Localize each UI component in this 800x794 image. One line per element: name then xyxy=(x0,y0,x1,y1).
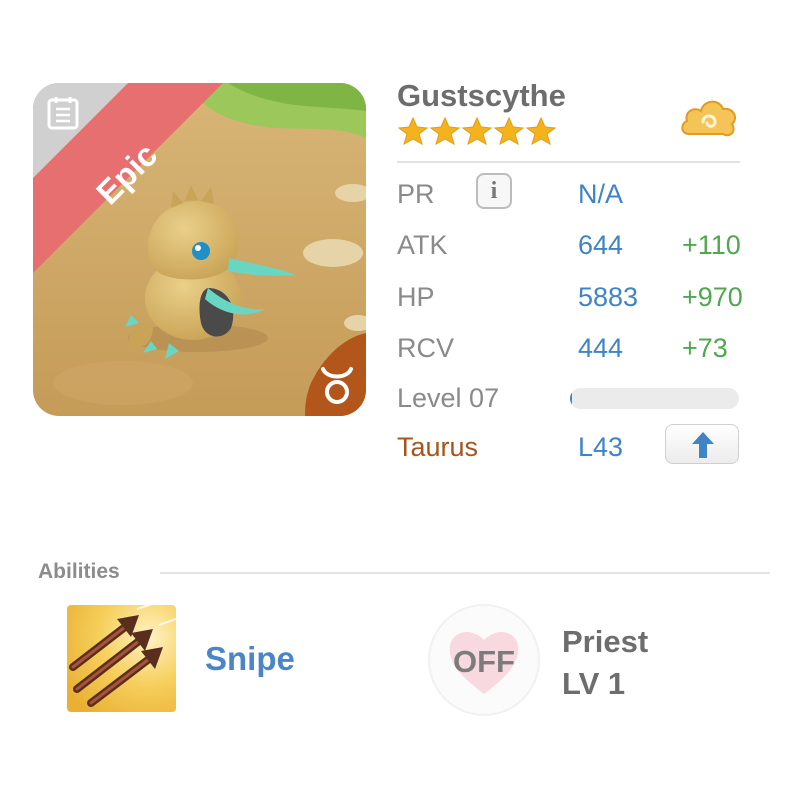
skill-name[interactable]: Snipe xyxy=(205,640,295,678)
abilities-divider xyxy=(160,572,770,574)
hp-bonus: +970 xyxy=(682,282,743,312)
atk-label: ATK xyxy=(397,230,448,260)
zodiac-label: Taurus xyxy=(397,432,479,462)
snipe-skill-icon[interactable] xyxy=(67,605,176,712)
star-icon xyxy=(461,116,493,146)
leader-name: Priest xyxy=(562,624,649,659)
header-divider xyxy=(397,161,740,163)
document-icon[interactable] xyxy=(46,95,82,131)
taurus-icon xyxy=(303,353,363,413)
star-icon xyxy=(429,116,461,146)
pr-value: N/A xyxy=(578,179,624,209)
star-icon xyxy=(493,116,525,146)
star-rating xyxy=(397,116,557,146)
atk-value: 644 xyxy=(578,230,624,260)
monster-portrait[interactable]: Epic xyxy=(33,83,366,416)
level-progress-bar xyxy=(570,388,739,409)
info-icon[interactable]: i xyxy=(476,173,512,209)
rcv-bonus: +73 xyxy=(682,333,728,363)
level-progress-fill xyxy=(570,388,572,409)
arrow-up-icon xyxy=(692,432,714,458)
level-label: Level 07 xyxy=(397,383,500,413)
monster-name: Gustscythe xyxy=(397,78,566,113)
abilities-title: Abilities xyxy=(38,560,120,583)
pr-label: PR xyxy=(397,179,435,209)
hp-label: HP xyxy=(397,282,435,312)
upgrade-button[interactable] xyxy=(665,424,739,464)
stats-panel: Gustscythe PR i N/A ATK 644 +110 HP 5883… xyxy=(397,72,743,472)
leader-level: LV 1 xyxy=(562,666,626,701)
cloud-coin-icon[interactable] xyxy=(679,92,739,144)
leader-status: OFF xyxy=(453,644,515,679)
hp-value: 5883 xyxy=(578,282,639,312)
rcv-label: RCV xyxy=(397,333,455,363)
atk-bonus: +110 xyxy=(682,230,741,260)
rcv-value: 444 xyxy=(578,333,624,363)
zodiac-level: L43 xyxy=(578,432,624,462)
star-icon xyxy=(525,116,557,146)
star-icon xyxy=(397,116,429,146)
leader-skill-toggle[interactable]: OFF xyxy=(430,606,538,714)
